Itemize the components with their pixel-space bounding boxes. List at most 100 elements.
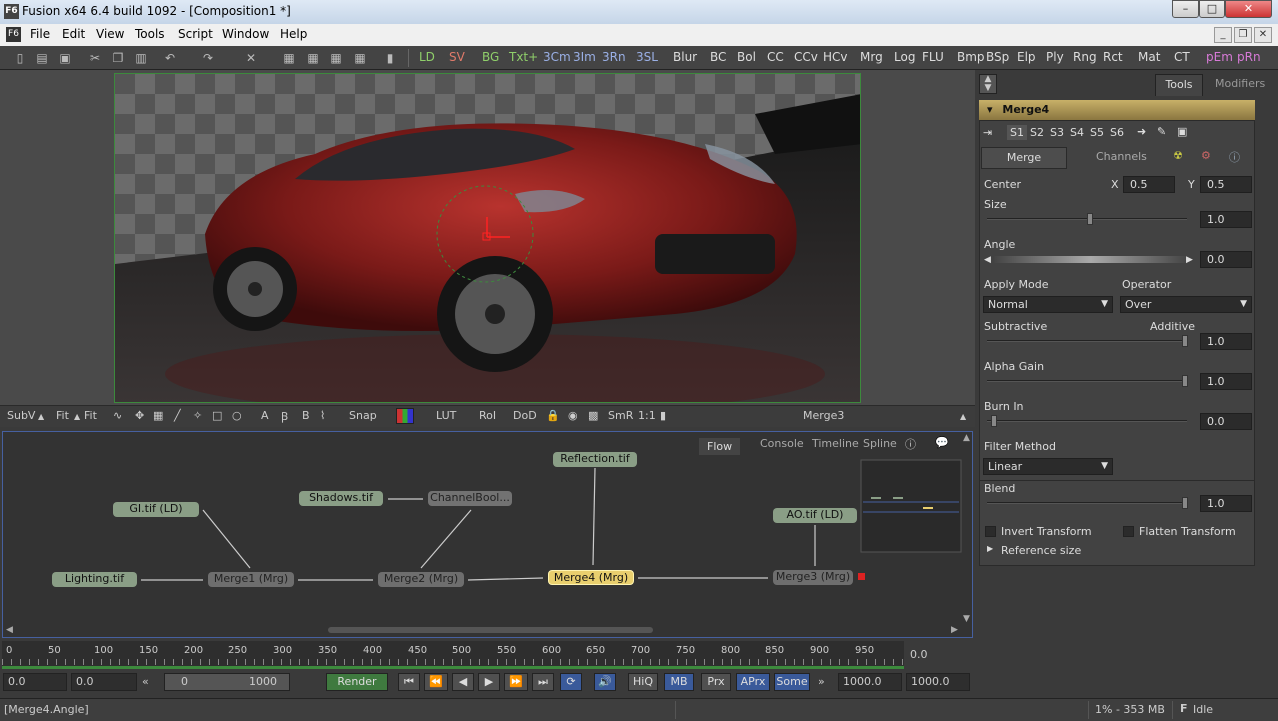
render-button[interactable]: Render (326, 673, 388, 691)
tab-modifiers[interactable]: Modifiers (1215, 77, 1265, 90)
menu-help[interactable]: Help (280, 27, 307, 41)
maximize-button[interactable]: □ (1199, 0, 1225, 18)
scroll-up-icon[interactable]: ▲ (963, 433, 970, 443)
tab-tools[interactable]: Tools (1155, 74, 1203, 96)
scroll-down-icon[interactable]: ▼ (963, 614, 970, 624)
tool-header[interactable]: ▾ Merge4 (979, 100, 1255, 120)
tool-ct[interactable]: CT (1174, 50, 1190, 64)
angle-thumbwheel[interactable] (994, 256, 1188, 263)
paste-icon[interactable]: ▥ (133, 50, 149, 66)
smr-button[interactable]: SmR (608, 409, 633, 422)
mb-button[interactable]: MB (664, 673, 694, 691)
radioactive-icon[interactable]: ☢ (1173, 149, 1183, 162)
grid-icon[interactable]: ▦ (153, 409, 163, 422)
tool-txt[interactable]: Txt+ (509, 50, 538, 64)
info-icon[interactable]: ⓘ (905, 436, 916, 452)
tool-ccv[interactable]: CCv (794, 50, 818, 64)
node-merge4[interactable]: Merge4 (Mrg) (548, 570, 634, 585)
hiq-button[interactable]: HiQ (628, 673, 658, 691)
size-input[interactable]: 1.0 (1200, 211, 1252, 228)
flow-view[interactable]: Flow Console Timeline Spline ⓘ 💬 ▲ ▼ ◀ ▶… (2, 431, 973, 638)
render-end-field[interactable]: 1000.0 (838, 673, 902, 691)
global-end-field[interactable]: 1000.0 (906, 673, 970, 691)
node-channelbool[interactable]: ChannelBool... (428, 491, 512, 506)
snap-button[interactable]: Snap (349, 409, 377, 422)
tool-3rn[interactable]: 3Rn (602, 50, 626, 64)
text-b-icon[interactable]: B (302, 409, 310, 422)
undo-icon[interactable]: ↶ (162, 50, 178, 66)
flatten-transform-checkbox[interactable] (1123, 526, 1134, 537)
burn-in-input[interactable]: 0.0 (1200, 413, 1252, 430)
subtab-merge[interactable]: Merge (981, 147, 1067, 169)
save-icon[interactable]: ▣ (57, 50, 73, 66)
color-channel-icon[interactable] (396, 408, 414, 424)
copy-icon[interactable]: ❐ (110, 50, 126, 66)
render-start-field[interactable]: 0.0 (71, 673, 137, 691)
tool-blur[interactable]: Blur (673, 50, 697, 64)
transform-icon[interactable]: ✥ (135, 409, 144, 422)
rectangle-icon[interactable]: □ (212, 409, 222, 422)
slot-s1[interactable]: S1 (1007, 125, 1027, 140)
tool-cc[interactable]: CC (767, 50, 784, 64)
tab-spline[interactable]: Spline (863, 437, 897, 450)
blend-knob[interactable] (1182, 497, 1188, 509)
tool-bc[interactable]: BC (710, 50, 726, 64)
aprx-button[interactable]: APrx (736, 673, 770, 691)
prx-button[interactable]: Prx (701, 673, 731, 691)
fit-button-2[interactable]: Fit (84, 409, 97, 422)
fit-button[interactable]: Fit (56, 409, 69, 422)
go-to-end-icon[interactable]: ⏭ (532, 673, 554, 691)
mdi-restore-button[interactable]: ❐ (1234, 27, 1252, 43)
range-slider[interactable]: 0 1000 (164, 673, 290, 691)
center-x-input[interactable]: 0.5 (1123, 176, 1175, 193)
pin-icon[interactable]: ▮ (382, 50, 398, 66)
tool-3im[interactable]: 3Im (573, 50, 596, 64)
slot-s6[interactable]: S6 (1110, 126, 1124, 139)
chevron-up-icon[interactable]: ▲ (38, 412, 44, 421)
audio-icon[interactable]: 🔊 (594, 673, 616, 691)
tool-elp[interactable]: Elp (1017, 50, 1036, 64)
go-to-start-icon[interactable]: ⏮ (398, 673, 420, 691)
text-ab-icon[interactable]: Ꞵ (281, 409, 288, 424)
blend-slider[interactable] (987, 502, 1187, 504)
tool-bsp[interactable]: BSp (986, 50, 1009, 64)
subtractive-additive-slider[interactable] (987, 340, 1187, 342)
step-back-icon[interactable]: ⏪ (424, 673, 448, 691)
global-start-field[interactable]: 0.0 (3, 673, 67, 691)
tool-bmp[interactable]: Bmp (957, 50, 985, 64)
step-forward-icon[interactable]: ⏩ (504, 673, 528, 691)
close-button[interactable]: ✕ (1225, 0, 1272, 18)
paint-icon[interactable]: ╱ (174, 409, 181, 422)
eye-icon[interactable]: ◉ (568, 409, 578, 422)
layout-4-icon[interactable]: ▦ (352, 50, 368, 66)
arrow-right-icon[interactable]: ➜ (1137, 125, 1146, 138)
alpha-gain-input[interactable]: 1.0 (1200, 373, 1252, 390)
chevron-up-icon[interactable]: ▲ (74, 412, 80, 421)
tool-bg[interactable]: BG (482, 50, 499, 64)
some-button[interactable]: Some (774, 673, 810, 691)
spline-icon[interactable]: ∿ (113, 409, 122, 422)
tool-mat[interactable]: Mat (1138, 50, 1160, 64)
comment-icon[interactable]: 💬 (935, 436, 949, 449)
tool-mrg[interactable]: Mrg (860, 50, 883, 64)
rewind-range-icon[interactable]: « (142, 675, 149, 688)
gear-icon[interactable]: ⚙ (1201, 149, 1211, 162)
dod-button[interactable]: DoD (513, 409, 537, 422)
scroll-left-icon[interactable]: ◀ (6, 625, 13, 635)
menu-edit[interactable]: Edit (62, 27, 85, 41)
text-a-icon[interactable]: A (261, 409, 269, 422)
tool-ld[interactable]: LD (419, 50, 435, 64)
cut-icon[interactable]: ✂ (87, 50, 103, 66)
pin-controls-icon[interactable]: ⇥ (983, 126, 992, 139)
subtab-channels[interactable]: Channels (1096, 150, 1147, 163)
roi-button[interactable]: RoI (479, 409, 496, 422)
circle-icon[interactable]: ○ (232, 409, 242, 422)
minimize-button[interactable]: – (1172, 0, 1199, 18)
size-slider-knob[interactable] (1087, 213, 1093, 225)
node-ao[interactable]: AO.tif (LD) (773, 508, 857, 523)
play-icon[interactable]: ▶ (478, 673, 500, 691)
menu-file[interactable]: File (30, 27, 50, 41)
time-ruler[interactable]: 0 50 100 150 200 250 300 350 400 450 500… (2, 641, 904, 669)
subtractive-additive-input[interactable]: 1.0 (1200, 333, 1252, 350)
tool-rct[interactable]: Rct (1103, 50, 1123, 64)
